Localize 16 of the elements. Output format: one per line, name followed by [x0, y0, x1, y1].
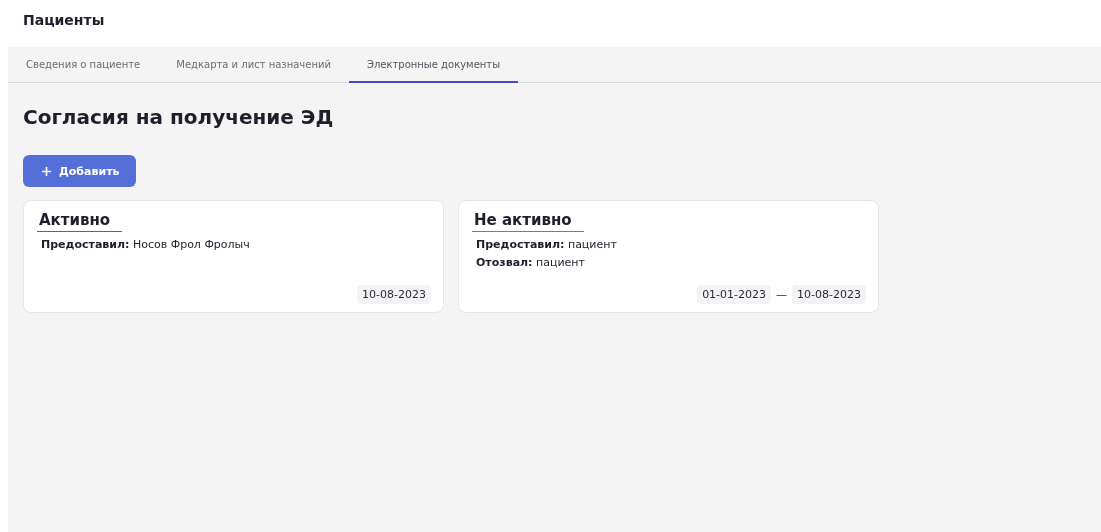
tab[interactable]: Медкарта и лист назначений [158, 47, 349, 83]
plus-icon [42, 166, 51, 176]
field-text: Предоставил: Носов Фрол Фролыч [41, 238, 251, 251]
status-title: Активно [37, 211, 123, 232]
section-heading: Согласия на получение ЭД [23, 105, 335, 129]
date-badge: 10-08-2023 [792, 285, 866, 304]
tab[interactable]: Сведения о пациенте [8, 47, 159, 83]
status-title: Не активно [472, 211, 584, 232]
add-button[interactable]: Добавить [23, 155, 137, 187]
tab[interactable]: Электронные документы [348, 47, 519, 83]
date-badge: 01-01-2023 [697, 285, 772, 304]
date-separator: — [776, 288, 788, 301]
field-text: Предоставил: пациент [476, 238, 618, 251]
field-text: Отозвал: пациент [476, 256, 586, 269]
date-badge: 10-08-2023 [357, 285, 431, 304]
page-title: Пациенты [22, 11, 106, 30]
